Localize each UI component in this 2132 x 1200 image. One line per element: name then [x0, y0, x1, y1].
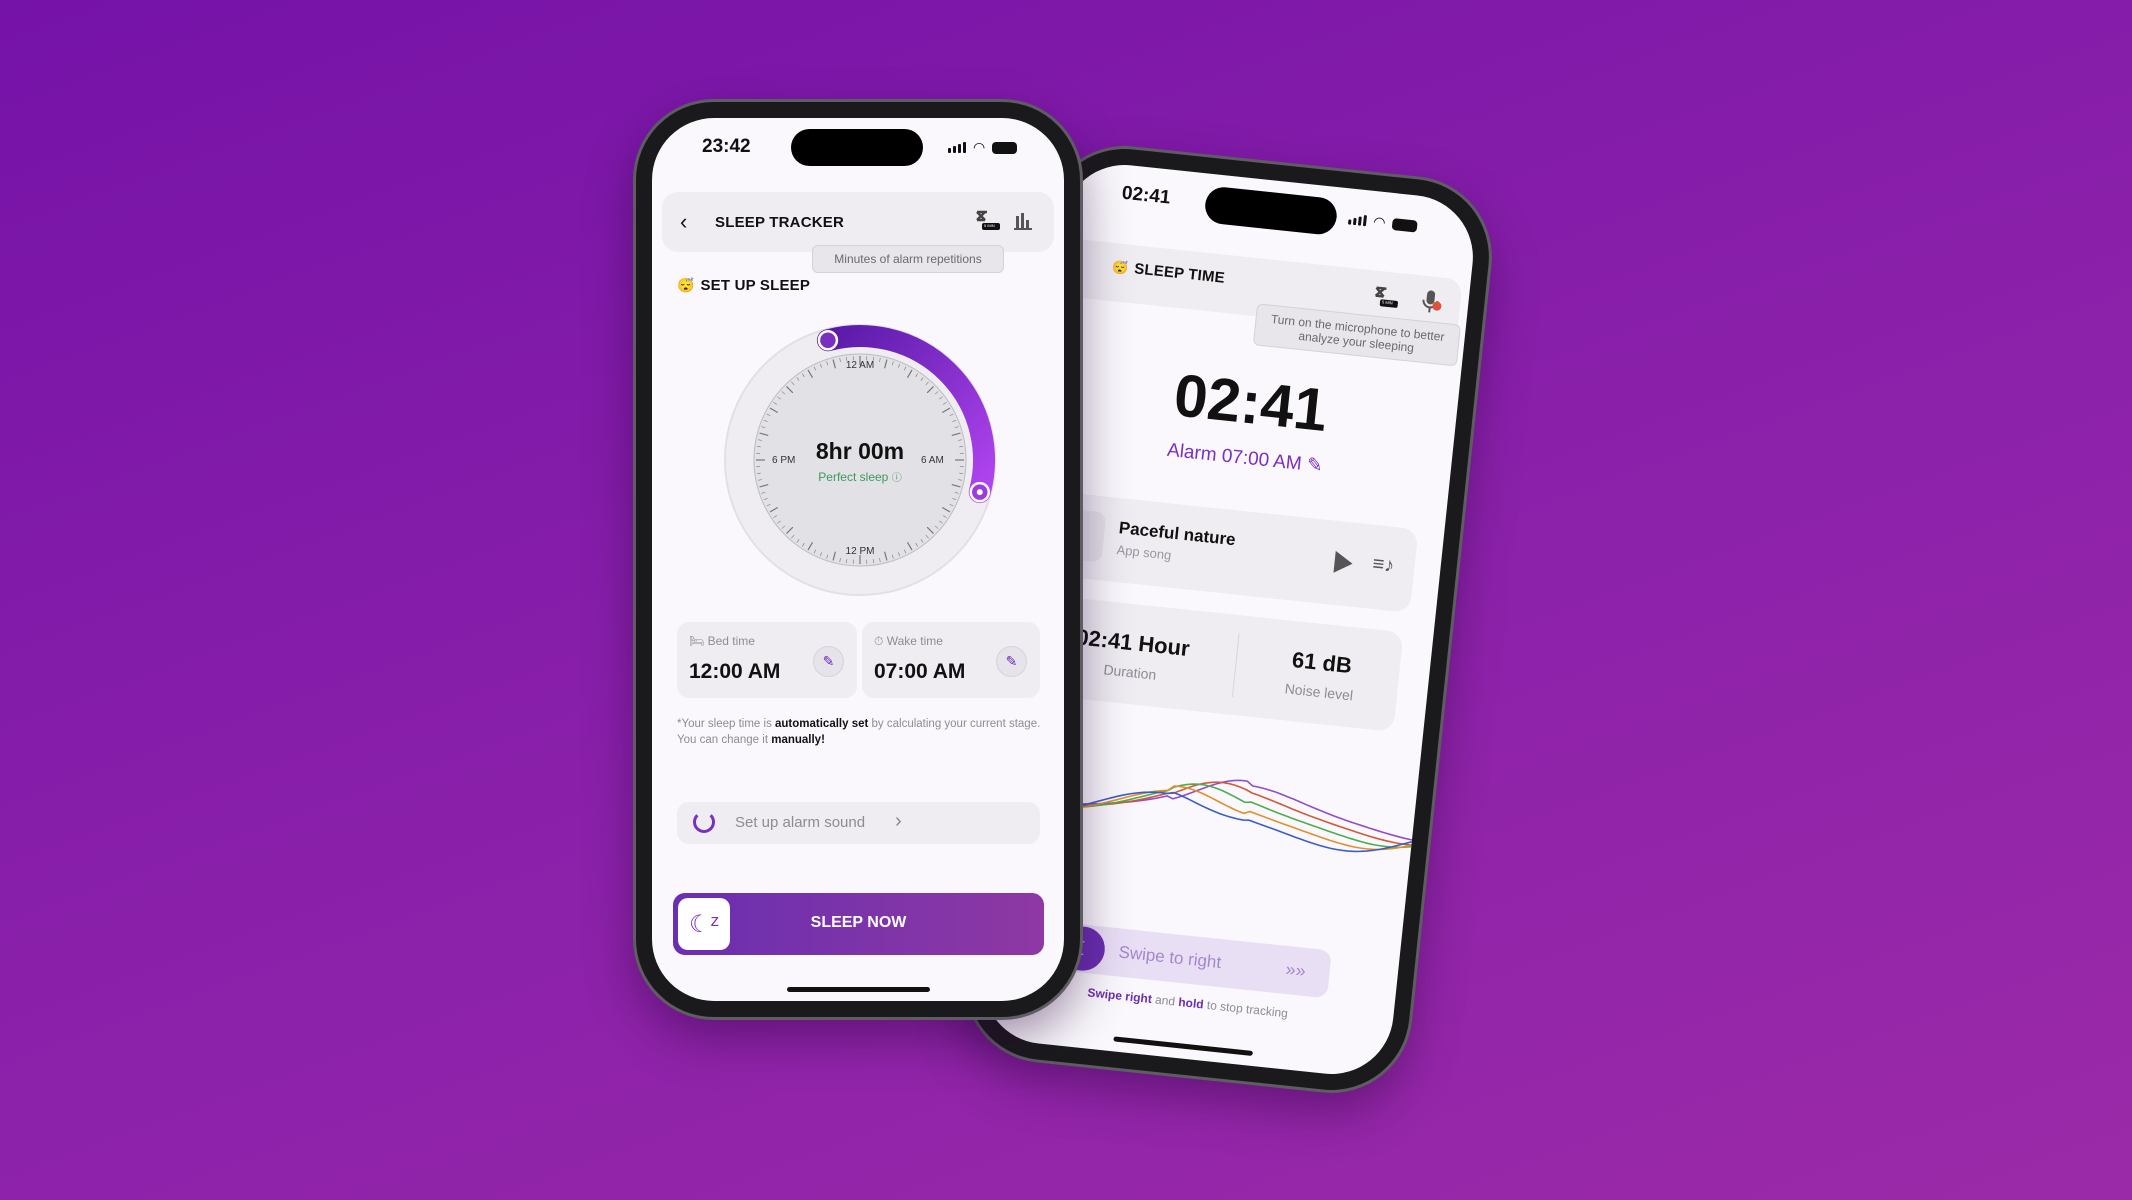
signal-icon: [1347, 213, 1368, 227]
alarm-sound-label: Set up alarm sound: [735, 814, 866, 831]
note-d: manually!: [771, 734, 825, 746]
sleep-dial[interactable]: 12 AM 12 PM 6 PM 6 AM 8hr 00m Perfect sl…: [724, 324, 996, 596]
playlist-icon[interactable]: ≡♪: [1371, 553, 1395, 578]
hint-stop: to stop tracking: [1202, 997, 1289, 1021]
alarm-sound-button[interactable]: Set up alarm sound ›: [677, 802, 1040, 844]
sleep-duration: 8hr 00m: [815, 438, 905, 464]
statistics-chart-icon[interactable]: [1014, 212, 1032, 235]
hint-and: and: [1151, 992, 1180, 1009]
music-card[interactable]: ♪ Paceful nature App song ≡♪: [1039, 490, 1419, 613]
signal-icon: [948, 142, 966, 153]
header-bar: ‹ SLEEP TRACKER 5 MIN: [662, 192, 1054, 252]
edit-bed-time-pencil-icon[interactable]: ✎: [813, 646, 844, 677]
snooze-icon[interactable]: 5 MIN: [974, 210, 1000, 232]
chevron-right-icon: ›: [895, 810, 902, 832]
alarm-music-icon: [693, 811, 715, 833]
sleep-now-label: SLEEP NOW: [810, 914, 907, 931]
home-indicator: [1113, 1036, 1254, 1056]
bed-time-value: 12:00 AM: [689, 660, 781, 683]
wake-time-card[interactable]: ⏱ Wake time 07:00 AM ✎: [862, 622, 1040, 698]
status-icons: ◠: [948, 139, 1018, 156]
bed-icon: 🛏: [689, 634, 705, 648]
front-phone: 23:42 ◠ ‹ SLEEP TRACKER 5 MIN Minutes of…: [636, 102, 1080, 1017]
back-chevron-icon[interactable]: ‹: [680, 209, 687, 235]
snooze-icon[interactable]: 5 MIN: [1371, 285, 1399, 310]
swipe-label: Swipe to right: [1117, 942, 1223, 973]
pencil-icon[interactable]: ✎: [1306, 454, 1324, 477]
sleep-tracker-screen: 23:42 ◠ ‹ SLEEP TRACKER 5 MIN Minutes of…: [652, 118, 1064, 1001]
stopwatch-icon: ⏱: [874, 634, 884, 648]
section-title: SET UP SLEEP: [700, 277, 811, 294]
note-a: *Your sleep time is: [677, 718, 776, 730]
battery-icon: [1391, 217, 1419, 233]
wifi-icon: ◠: [1372, 213, 1387, 231]
sleeping-emoji-icon: 😴: [677, 277, 695, 293]
sleeping-emoji-icon: 😴: [1111, 258, 1130, 276]
status-icons: ◠: [1347, 210, 1419, 234]
alarm-label: Alarm 07:00 AM: [1166, 439, 1303, 475]
status-time: 02:41: [1120, 182, 1172, 209]
hint-swipe-right: Swipe right: [1086, 985, 1153, 1007]
sleep-quality: Perfect sleep ⓘ: [724, 469, 996, 484]
chevrons-right-icon: »»: [1284, 959, 1307, 981]
note-b: automatically set: [775, 718, 869, 730]
play-icon[interactable]: [1333, 550, 1354, 575]
wifi-icon: ◠: [973, 139, 986, 155]
song-subtitle: App song: [1115, 542, 1173, 563]
wake-time-value: 07:00 AM: [874, 660, 966, 683]
sleep-now-button[interactable]: ☾ᶻ SLEEP NOW: [673, 893, 1044, 955]
dynamic-island: [1203, 185, 1339, 237]
label-12pm: 12 PM: [845, 546, 875, 557]
snooze-tooltip: Minutes of alarm repetitions: [812, 245, 1004, 273]
label-12am: 12 AM: [845, 360, 875, 371]
page-title: SLEEP TRACKER: [715, 214, 845, 231]
microphone-off-icon[interactable]: [1419, 288, 1444, 316]
snooze-badge: 5 MIN: [984, 223, 995, 228]
quality-label: Perfect sleep: [818, 470, 889, 484]
bed-time-card[interactable]: 🛏 Bed time 12:00 AM ✎: [677, 622, 857, 698]
sleep-note: *Your sleep time is automatically set by…: [677, 716, 1043, 748]
wake-handle-dot: [976, 489, 983, 496]
home-indicator: [787, 987, 930, 992]
dynamic-island: [791, 129, 923, 166]
status-time: 23:42: [702, 136, 751, 157]
bedtime-moon-handle: [817, 329, 839, 351]
snooze-badge: 5 MIN: [1381, 299, 1393, 306]
edit-wake-time-pencil-icon[interactable]: ✎: [996, 646, 1027, 677]
info-icon[interactable]: ⓘ: [892, 473, 902, 484]
bed-time-label: Bed time: [707, 634, 755, 648]
wake-time-label: Wake time: [886, 634, 943, 648]
hint-hold: hold: [1177, 994, 1205, 1012]
battery-icon: [992, 141, 1018, 154]
